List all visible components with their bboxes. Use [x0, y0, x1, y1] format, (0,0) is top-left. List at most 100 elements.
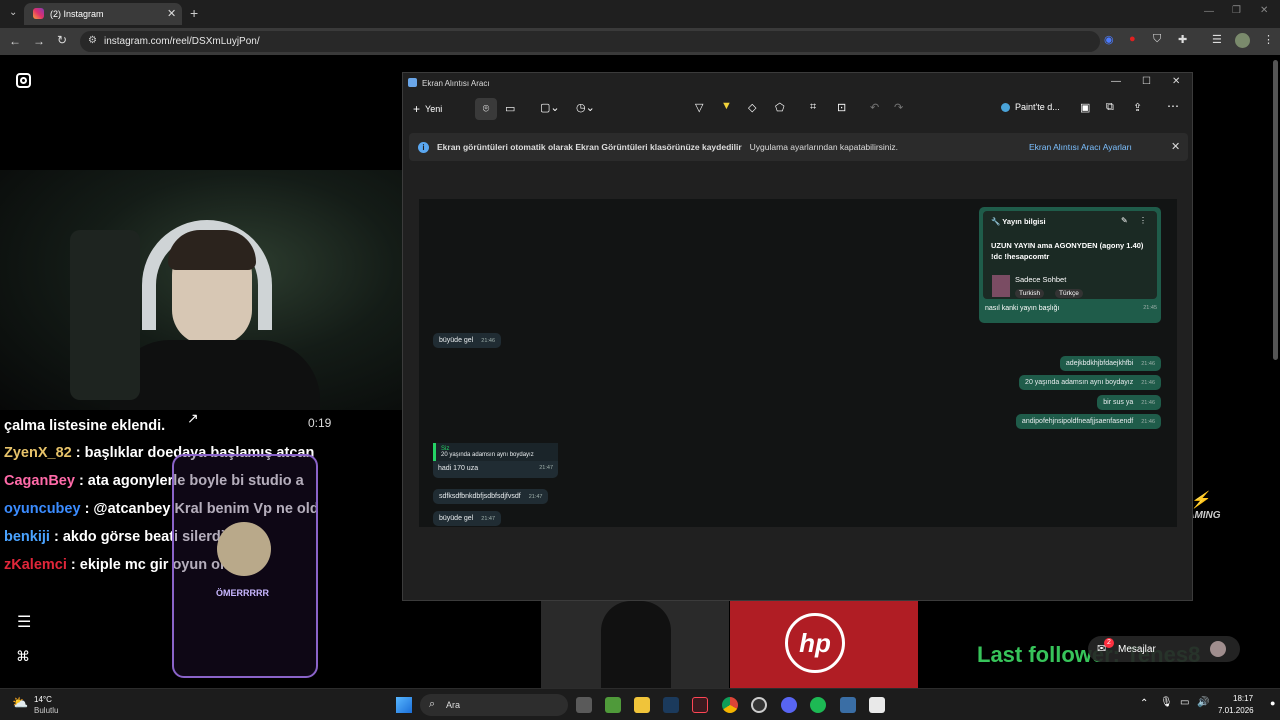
crop-icon[interactable]: ⌗ — [810, 101, 816, 114]
instagram-logo-icon[interactable] — [16, 73, 31, 88]
new-snip-button[interactable]: + Yeni — [413, 99, 442, 119]
meta-apps-icon[interactable]: ⌘ — [16, 648, 30, 665]
redo-icon[interactable]: ↷ — [894, 101, 903, 114]
donor-avatar — [217, 522, 271, 576]
highlighter-icon[interactable]: ▼ — [721, 100, 732, 112]
video-mode-icon[interactable]: ▭ — [505, 102, 515, 115]
chevron-down-icon[interactable]: ⌄ — [9, 7, 17, 18]
plus-icon: + — [413, 102, 421, 116]
extension-icon-1[interactable]: ◉ — [1104, 33, 1114, 46]
more-options-icon[interactable]: ⋯ — [1167, 99, 1179, 113]
hamburger-menu-icon[interactable]: ☰ — [17, 612, 31, 632]
expand-arrow-icon[interactable]: ↗ — [187, 410, 199, 427]
more-menu-icon[interactable]: ⋮ — [1263, 33, 1274, 46]
pen-icon[interactable]: ▽ — [695, 101, 703, 114]
timer-icon[interactable]: ◷⌄ — [576, 101, 595, 114]
info-icon: i — [418, 142, 429, 153]
snipping-tool-taskbar-icon[interactable] — [869, 697, 885, 713]
hair — [168, 230, 256, 270]
snip-shape-icon[interactable]: ▢⌄ — [540, 101, 560, 114]
settings-link[interactable]: Ekran Alıntısı Aracı Ayarları — [1029, 142, 1132, 152]
windows-start-icon[interactable] — [396, 697, 412, 713]
extension-icon-2[interactable]: ● — [1129, 33, 1136, 45]
tab-bar: ⌄ (2) Instagram ✕ + — ❐ ✕ — [0, 0, 1280, 28]
snip-toolbar: + Yeni ⌾ ▭ ▢⌄ ◷⌄ ▽ ▼ ◇ ⬠ ⌗ ⊡ ↶ ↷ Paint't… — [403, 95, 1192, 123]
reply-body: hadi 170 uza 21:47 — [438, 465, 553, 472]
outgoing-message: adejkbdkhjbfdaejkhfbi 21:46 — [1059, 356, 1161, 371]
camera-mode-icon[interactable]: ⌾ — [475, 98, 497, 120]
copy-icon[interactable]: ⧉ — [1106, 101, 1114, 114]
info-card-inner: 🔧 Yayın bilgisi ✎ ⋮ UZUN YAYIN ama AGONY… — [983, 211, 1157, 299]
messages-button[interactable]: ✉ 2 Mesajlar — [1088, 636, 1240, 662]
minimize-icon[interactable]: — — [1111, 76, 1121, 87]
taskbar: ⛅ 14°C Bulutlu ⌕ Ara ⌃ 🎙 ▭ 🔊 18:17 7.01.… — [0, 688, 1280, 720]
eraser-icon[interactable]: ◇ — [748, 101, 756, 114]
chat-user: CaganBey — [4, 473, 75, 489]
reload-icon[interactable]: ↻ — [57, 33, 67, 47]
shield-icon[interactable]: ⛉ — [1153, 33, 1161, 46]
maximize-icon[interactable]: ☐ — [1142, 76, 1151, 87]
chrome-icon[interactable] — [722, 697, 738, 713]
discord-icon[interactable] — [781, 697, 797, 713]
extensions-icon[interactable]: ✚ — [1178, 33, 1187, 46]
new-tab-button[interactable]: + — [190, 5, 198, 21]
category-thumb — [992, 275, 1010, 297]
search-box[interactable]: ⌕ Ara — [420, 694, 568, 716]
reel-thumbnail[interactable] — [541, 601, 729, 688]
tray-chevron-icon[interactable]: ⌃ — [1140, 698, 1148, 709]
clock-time[interactable]: 18:17 — [1233, 694, 1253, 703]
site-info-icon[interactable]: ⚙ — [88, 35, 97, 46]
streamer-person — [110, 200, 320, 410]
file-explorer-icon[interactable] — [634, 697, 650, 713]
clock-date[interactable]: 7.01.2026 — [1218, 706, 1254, 715]
restore-icon[interactable]: ❐ — [1232, 5, 1241, 16]
avatar[interactable] — [1235, 33, 1250, 48]
share-icon[interactable]: ⇪ — [1133, 101, 1142, 114]
back-icon[interactable]: ← — [9, 34, 21, 48]
open-in-paint-button[interactable]: Paint'te d... — [1001, 102, 1060, 112]
microphone-icon[interactable]: 🎙 — [1160, 697, 1173, 708]
dismiss-notice-icon[interactable]: ✕ — [1171, 140, 1180, 153]
task-view-icon[interactable] — [576, 697, 592, 713]
notification-icon[interactable]: ● — [1270, 698, 1275, 708]
obs-icon[interactable] — [751, 697, 767, 713]
weather-icon[interactable]: ⛅ — [12, 695, 28, 711]
tab-instagram[interactable]: (2) Instagram ✕ — [24, 3, 182, 25]
shapes-icon[interactable]: ⬠ — [775, 101, 785, 114]
spotify-icon[interactable] — [810, 697, 826, 713]
minimize-icon[interactable]: — — [1204, 6, 1214, 17]
close-icon[interactable]: ✕ — [167, 7, 176, 20]
reel-thumbnail[interactable]: hp — [730, 601, 918, 688]
incoming-message: sdfksdfbnkdbfjsdbfsdjfvsdf 21:47 — [433, 489, 549, 504]
url-field[interactable]: ⚙ instagram.com/reel/DSXmLuyjPon/ — [80, 31, 1100, 52]
tab-title: (2) Instagram — [50, 9, 104, 19]
chat-user: benkiji — [4, 529, 50, 545]
weather-temp[interactable]: 14°C — [34, 695, 52, 704]
snipping-tool-window: Ekran Alıntısı Aracı — ☐ ✕ + Yeni ⌾ ▭ ▢⌄… — [402, 72, 1193, 601]
wrench-icon: 🔧 — [991, 217, 1003, 226]
close-icon[interactable]: ✕ — [1172, 76, 1180, 87]
scrollbar[interactable] — [1273, 60, 1278, 360]
forward-icon[interactable]: → — [33, 34, 45, 48]
volume-icon[interactable]: 🔊 — [1197, 697, 1209, 708]
undo-icon[interactable]: ↶ — [870, 101, 879, 114]
text-actions-icon[interactable]: ⊡ — [837, 101, 846, 114]
app-icon[interactable] — [840, 697, 856, 713]
valorant-icon[interactable] — [692, 697, 708, 713]
minecraft-icon[interactable] — [605, 697, 621, 713]
autosave-notice: i Ekran görüntüleri otomatik olarak Ekra… — [409, 133, 1188, 161]
edit-icon: ✎ — [1121, 216, 1128, 225]
network-icon[interactable]: ▭ — [1180, 697, 1189, 708]
notice-text: Uygulama ayarlarından kapatabilirsiniz. — [749, 142, 899, 152]
snipping-tool-app-icon — [408, 78, 417, 87]
chat-user: ZyenX_82 — [4, 445, 72, 461]
steam-icon[interactable] — [663, 697, 679, 713]
reading-list-icon[interactable]: ☰ — [1212, 33, 1222, 46]
window-titlebar: Ekran Alıntısı Aracı — ☐ ✕ — [403, 73, 1192, 93]
info-card-caption: nasıl kanki yayın başlığı 21:45 — [985, 305, 1157, 312]
webcam-video[interactable] — [0, 170, 403, 410]
weather-desc[interactable]: Bulutlu — [34, 706, 58, 715]
incoming-message: büyüde gel 21:47 — [433, 511, 502, 526]
save-icon[interactable]: ▣ — [1080, 101, 1090, 114]
close-window-icon[interactable]: ✕ — [1260, 5, 1268, 16]
